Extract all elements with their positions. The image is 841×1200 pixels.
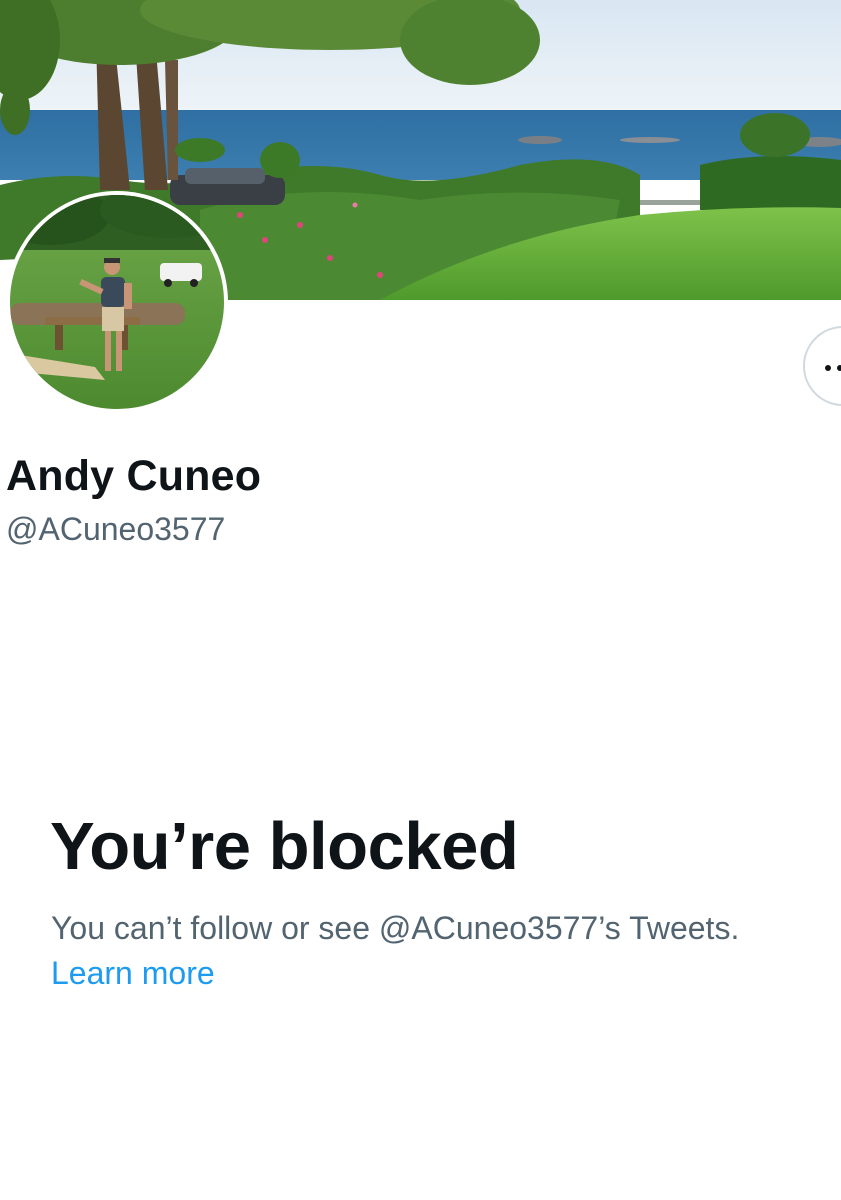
more-horizontal-icon — [825, 365, 841, 371]
profile-handle: @ACuneo3577 — [6, 511, 226, 547]
blocked-title: You’re blocked — [50, 809, 519, 884]
blocked-description: You can’t follow or see @ACuneo3577’s Tw… — [51, 910, 740, 946]
profile-display-name: Andy Cuneo — [6, 452, 262, 500]
learn-more-link[interactable]: Learn more — [51, 955, 215, 992]
profile-avatar[interactable] — [6, 191, 228, 413]
more-options-button[interactable] — [803, 326, 841, 406]
avatar-image — [10, 195, 224, 409]
